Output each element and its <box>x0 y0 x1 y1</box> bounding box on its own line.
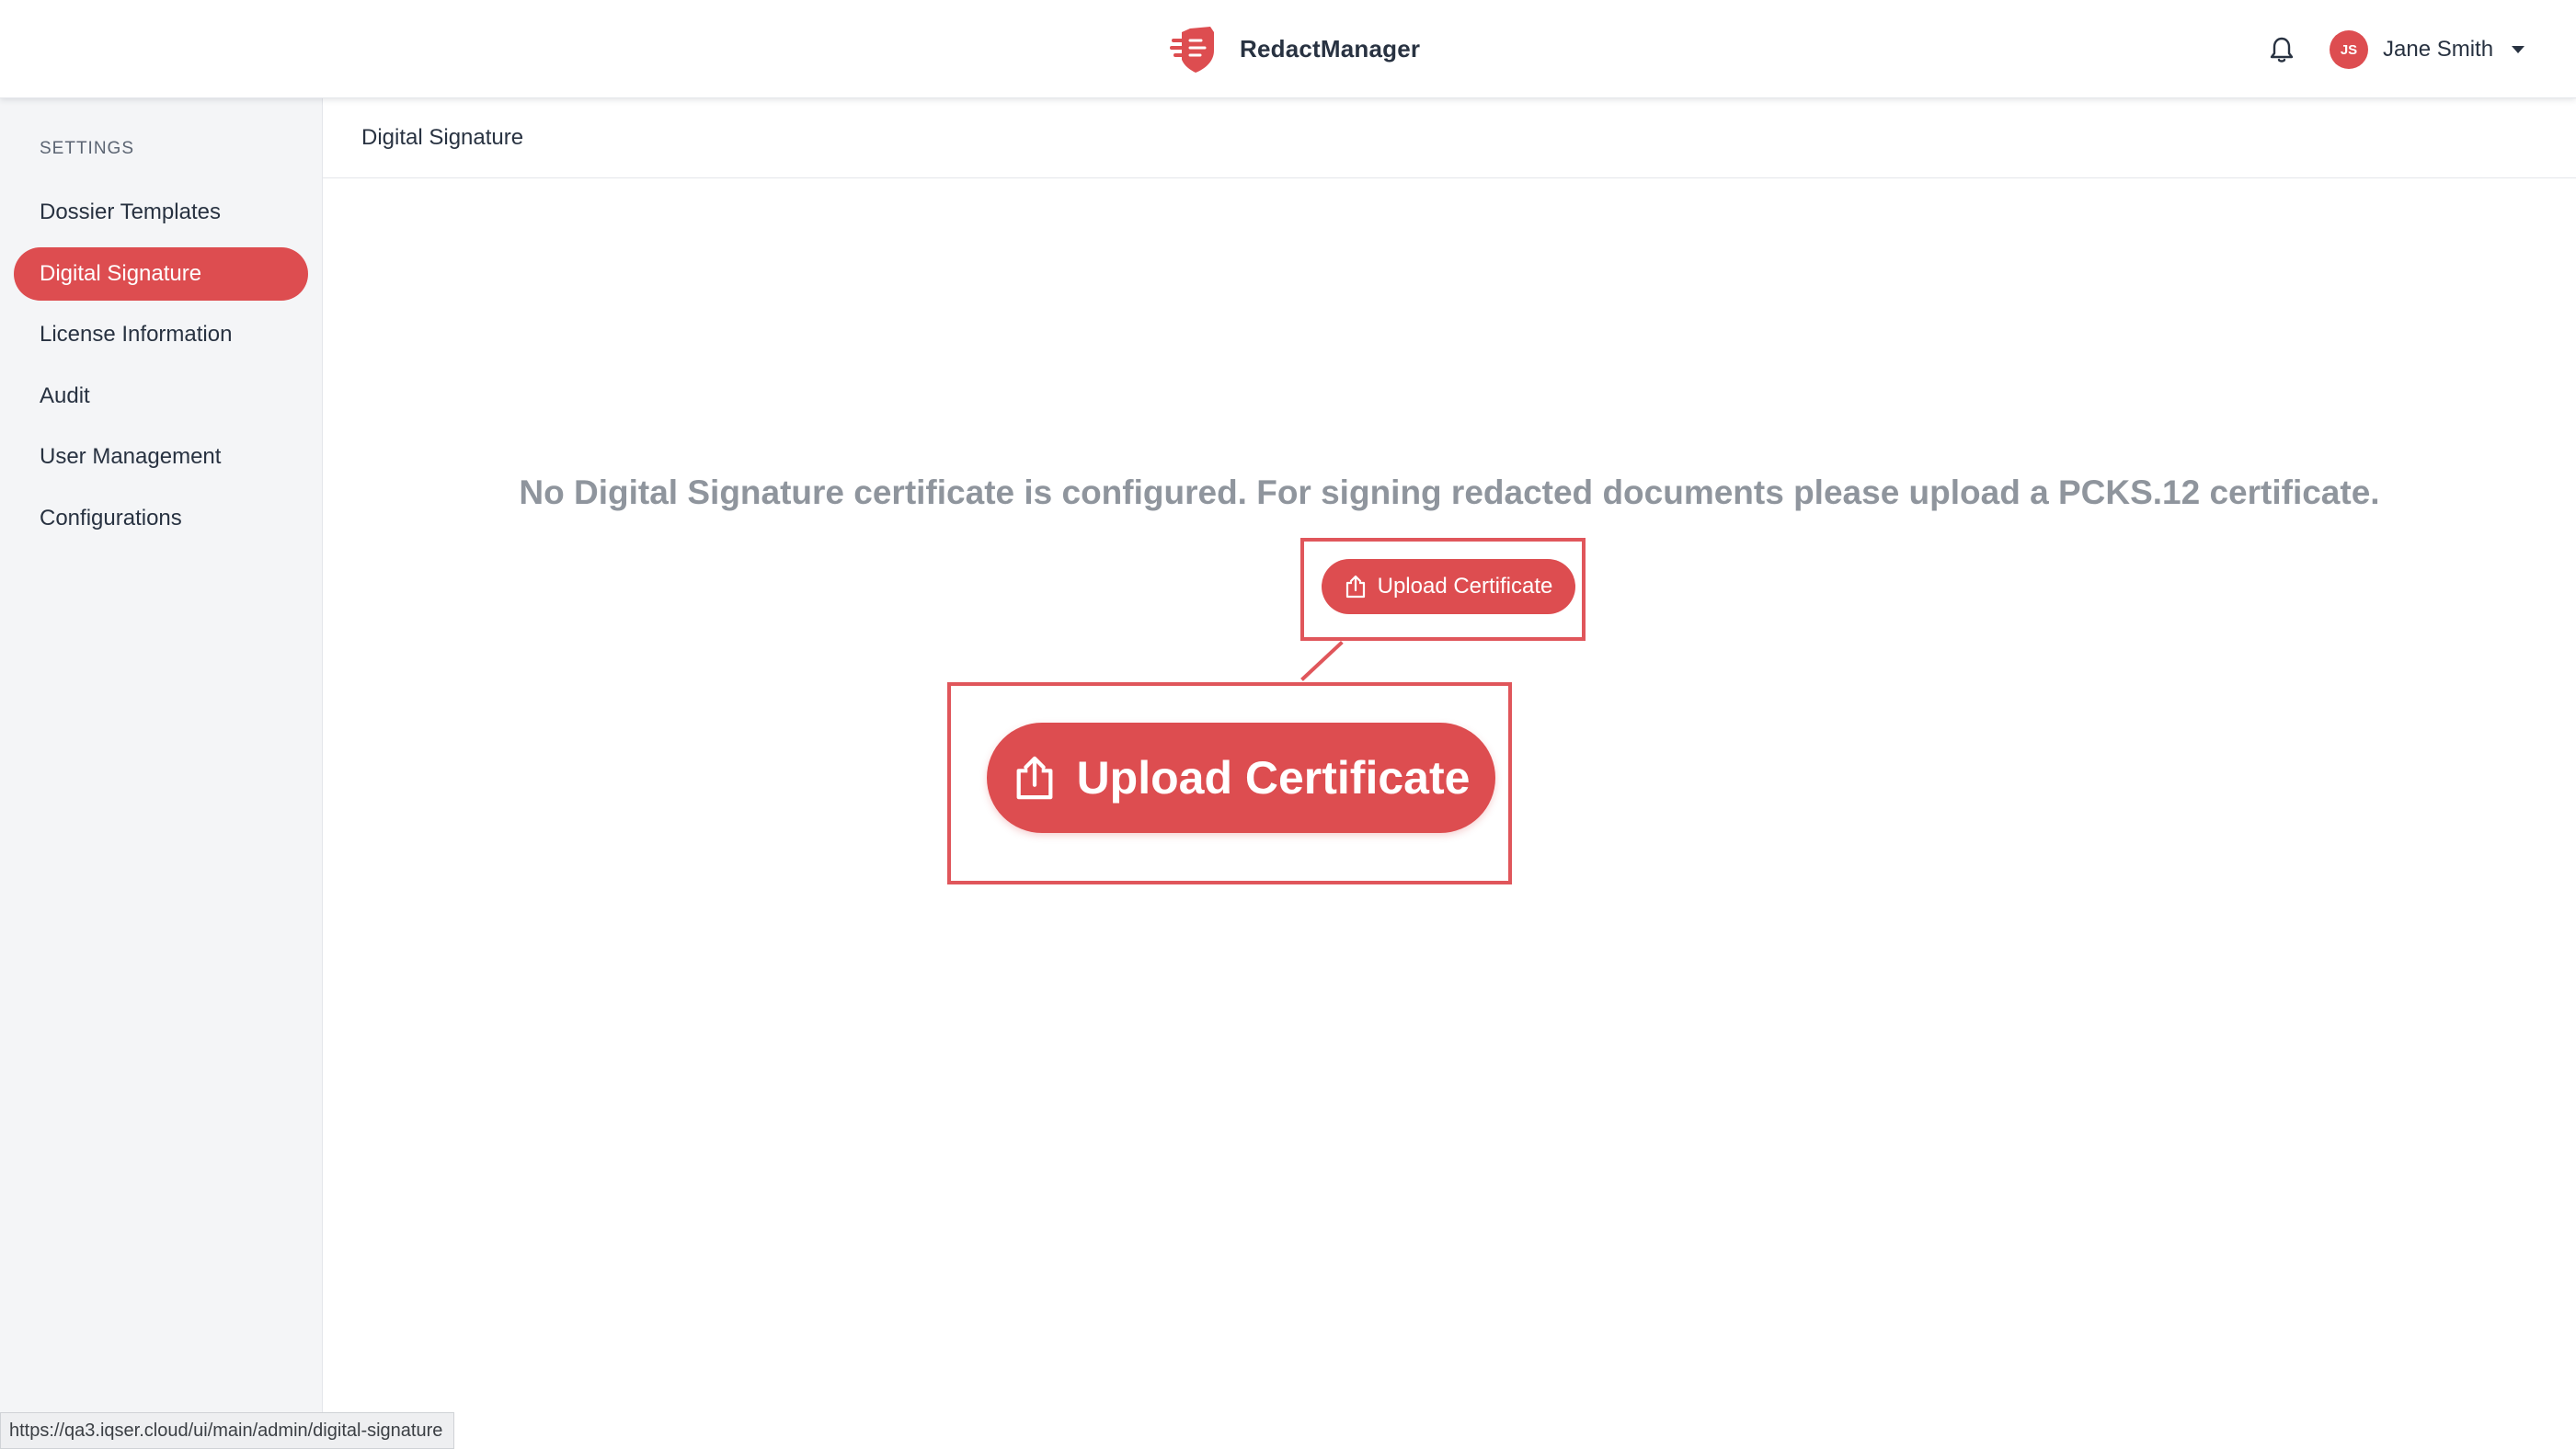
upload-certificate-zoomed-label: Upload Certificate <box>1076 752 1471 804</box>
sidebar-item-license-information[interactable]: License Information <box>14 308 308 361</box>
bell-icon <box>2270 37 2294 63</box>
status-bar-url: https://qa3.iqser.cloud/ui/main/admin/di… <box>0 1412 455 1449</box>
top-bar: RedactManager JS Jane Smith <box>0 0 2576 98</box>
content-header: Digital Signature <box>323 98 2576 178</box>
chevron-down-icon <box>2512 46 2525 53</box>
upload-icon <box>1345 575 1365 599</box>
upload-icon <box>1016 756 1052 800</box>
user-name: Jane Smith <box>2383 37 2494 62</box>
sidebar-item-dossier-templates[interactable]: Dossier Templates <box>14 186 308 239</box>
app-name: RedactManager <box>1240 34 1421 63</box>
brand[interactable]: RedactManager <box>1170 22 1420 75</box>
settings-sidebar: SETTINGS Dossier Templates Digital Signa… <box>0 98 323 1448</box>
user-menu[interactable]: JS Jane Smith <box>2330 29 2525 70</box>
sidebar-item-audit[interactable]: Audit <box>14 370 308 423</box>
highlight-connector <box>1300 641 1344 681</box>
upload-certificate-button[interactable]: Upload Certificate <box>1322 559 1575 614</box>
sidebar-item-configurations[interactable]: Configurations <box>14 492 308 545</box>
avatar: JS <box>2330 30 2368 69</box>
sidebar-item-digital-signature[interactable]: Digital Signature <box>14 247 308 301</box>
page-title: Digital Signature <box>361 125 524 150</box>
empty-state-message: No Digital Signature certificate is conf… <box>519 473 2380 511</box>
sidebar-item-user-management[interactable]: User Management <box>14 430 308 484</box>
upload-certificate-button-zoomed: Upload Certificate <box>987 723 1495 833</box>
notifications-button[interactable] <box>2266 33 2297 66</box>
shield-logo-icon <box>1170 27 1214 73</box>
sidebar-heading: SETTINGS <box>40 139 135 158</box>
upload-certificate-label: Upload Certificate <box>1377 574 1553 599</box>
